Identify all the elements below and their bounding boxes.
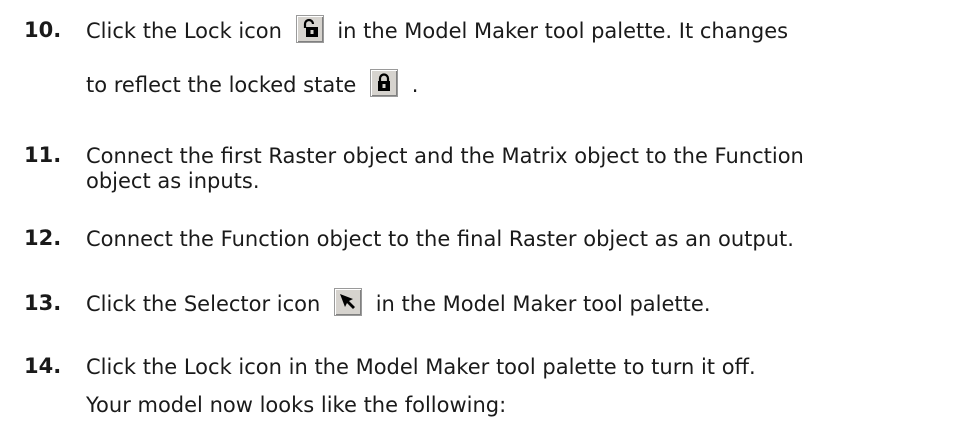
step-number: 12. <box>24 226 62 250</box>
step-text: Click the Selector icon <box>86 292 321 316</box>
step-14-line-1: Click the Lock icon in the Model Maker t… <box>86 355 756 379</box>
step-11-line-2: object as inputs. <box>86 169 260 193</box>
step-number: 10. <box>24 18 62 42</box>
unlocked-lock-icon <box>295 15 324 43</box>
step-number: 11. <box>24 143 62 167</box>
step-text: . <box>411 73 419 97</box>
selector-arrow-icon <box>334 288 363 316</box>
step-11-line-1: Connect the first Raster object and the … <box>86 144 804 168</box>
step-text: in the Model Maker tool palette. <box>375 292 711 316</box>
step-text: Click the Lock icon <box>86 19 282 43</box>
step-text: to reflect the locked state <box>86 73 357 97</box>
step-10-line-2: to reflect the locked state . <box>86 69 419 100</box>
step-10-line-1: Click the Lock icon in the Model Maker t… <box>86 15 789 46</box>
step-text: in the Model Maker tool palette. It chan… <box>337 19 789 43</box>
step-number: 13. <box>24 291 62 315</box>
step-14-line-2: Your model now looks like the following: <box>86 393 507 417</box>
step-12-line-1: Connect the Function object to the final… <box>86 227 794 251</box>
step-number: 14. <box>24 354 62 378</box>
step-13-line-1: Click the Selector icon in the Model Mak… <box>86 288 711 319</box>
locked-lock-icon <box>370 69 399 97</box>
